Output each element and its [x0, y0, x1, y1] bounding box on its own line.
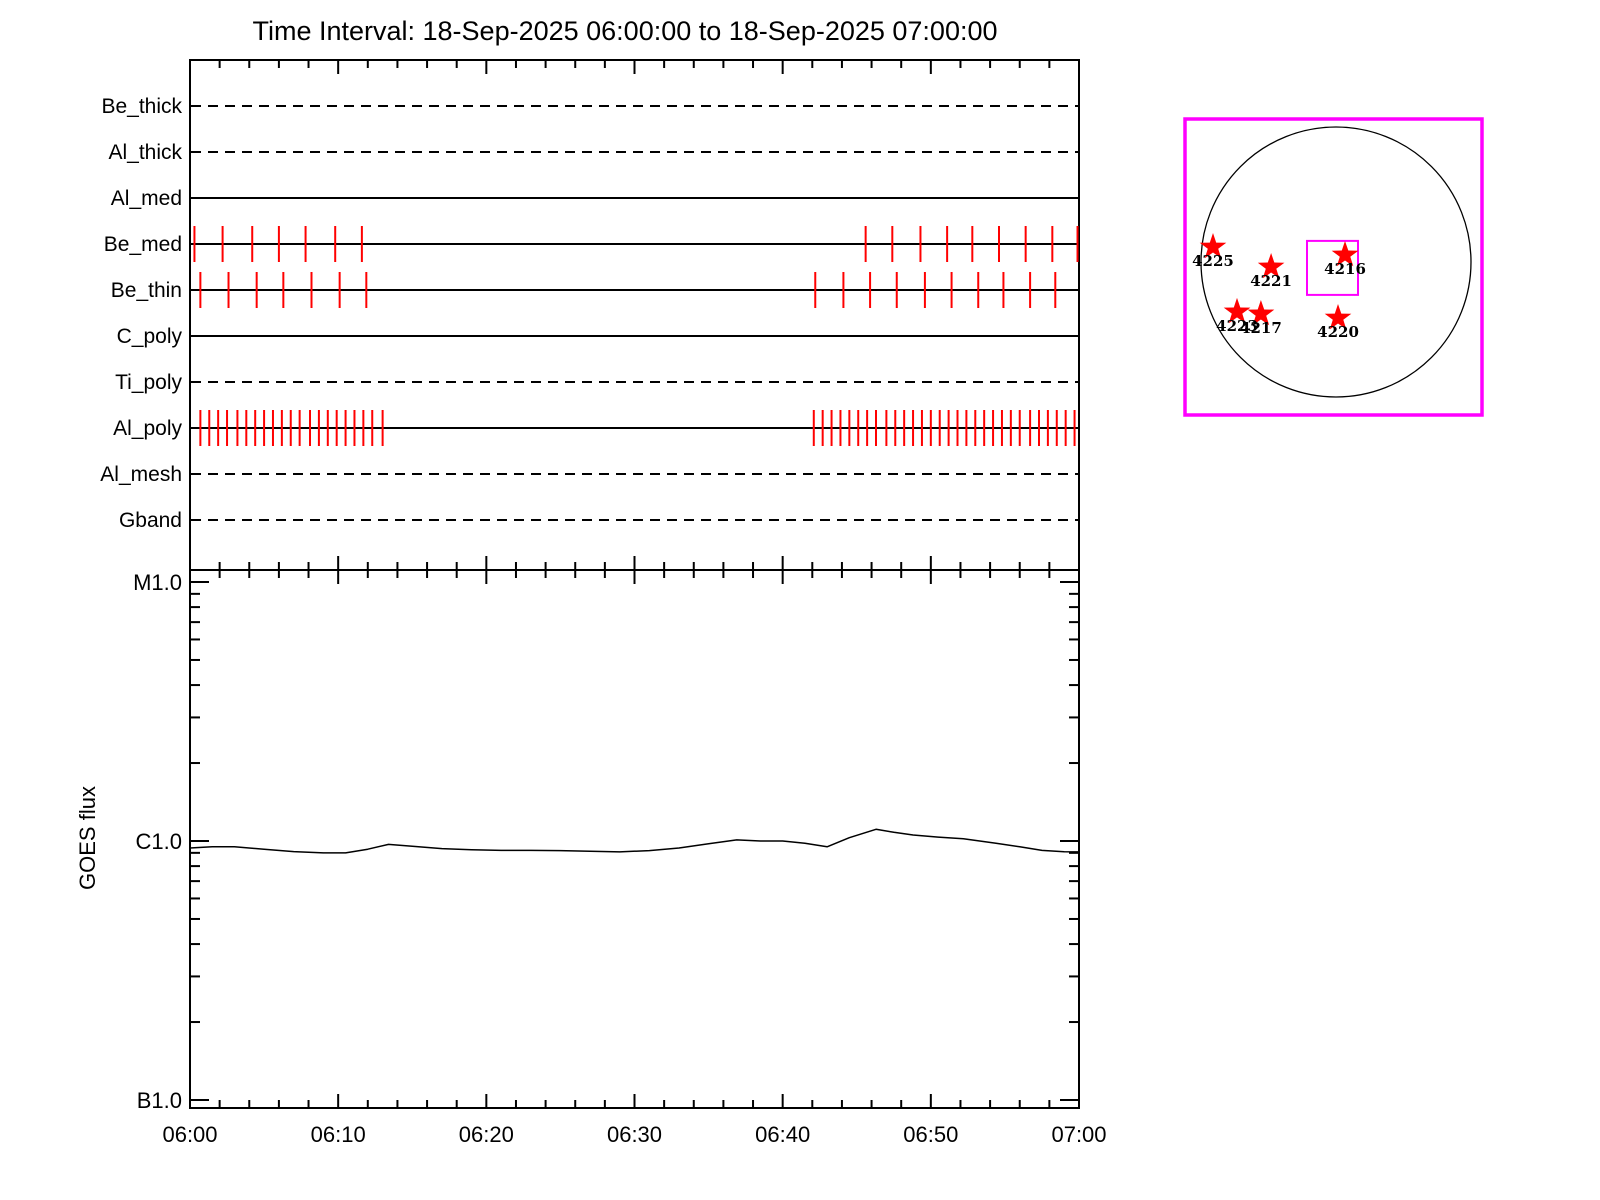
filter-label-Al_mesh: Al_mesh: [100, 463, 182, 486]
active-region-label-4221: 4221: [1250, 272, 1292, 290]
filter-label-Al_thick: Al_thick: [108, 141, 182, 164]
filter-panel-axis: [189, 59, 1080, 571]
x-tick-label: 06:40: [755, 1122, 810, 1147]
filter-label-Al_med: Al_med: [111, 187, 182, 210]
x-tick-label: 06:10: [311, 1122, 366, 1147]
active-region-label-4225: 4225: [1192, 252, 1234, 270]
goes-ylabel: GOES flux: [75, 786, 100, 890]
plot-graphics: Be_thick Al_thick Al_med Be_med Be_thin C_pol…: [100, 59, 1484, 1147]
y-tick-label: B1.0: [137, 1088, 182, 1113]
x-tick-label: 06:50: [903, 1122, 958, 1147]
filter-label-Ti_poly: Ti_poly: [115, 371, 182, 394]
x-tick-label: 06:20: [459, 1122, 514, 1147]
filter-label-C_poly: C_poly: [117, 325, 183, 348]
filter-label-Gband: Gband: [119, 509, 182, 532]
active-region-label-4217: 4217: [1240, 319, 1282, 337]
x-tick-label: 07:00: [1051, 1122, 1106, 1147]
active-region-label-4220: 4220: [1317, 323, 1359, 341]
observation-plan-figure: Time Interval: 18-Sep-2025 06:00:00 to 1…: [0, 0, 1600, 1200]
page-title: Time Interval: 18-Sep-2025 06:00:00 to 1…: [252, 16, 998, 46]
filter-label-Be_med: Be_med: [104, 233, 182, 256]
goes-flux-curve: [189, 828, 1080, 854]
y-tick-label: C1.0: [136, 829, 182, 854]
active-region-label-4216: 4216: [1324, 260, 1366, 278]
x-tick-label: 06:30: [607, 1122, 662, 1147]
filter-label-Al_poly: Al_poly: [113, 417, 182, 440]
y-tick-label: M1.0: [133, 570, 182, 595]
x-tick-label: 06:00: [162, 1122, 217, 1147]
filter-label-Be_thin: Be_thin: [111, 279, 182, 302]
goes-panel-axis: [189, 569, 1080, 1109]
filter-label-Be_thick: Be_thick: [101, 95, 182, 118]
